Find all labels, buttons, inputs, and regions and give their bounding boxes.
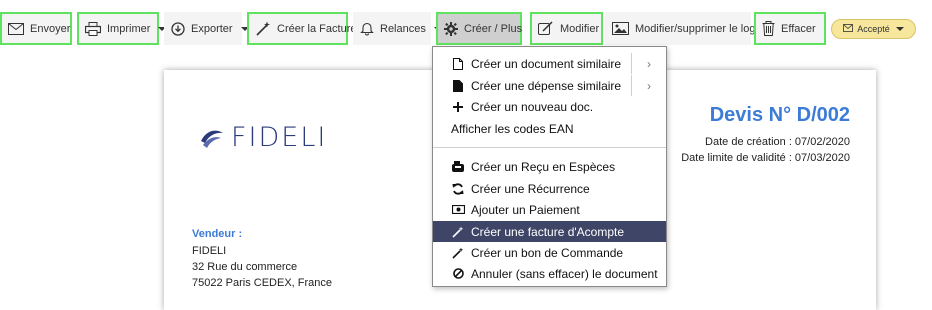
status-dropdown[interactable]: Accepté (831, 19, 916, 39)
seller-name: FIDELI (192, 245, 227, 257)
menu-item-label: Annuler (sans effacer) le document (471, 266, 658, 281)
menu-item-label: Créer un document similaire (471, 56, 622, 71)
menu-item-deposit-invoice[interactable]: Créer une facture d'Acompte (433, 221, 666, 242)
printer-icon (85, 21, 101, 36)
menu-item-similar-expense[interactable]: Créer une dépense similaire › (433, 75, 666, 96)
chevron-right-icon[interactable]: › (631, 53, 666, 74)
menu-item-purchase-order[interactable]: Créer un bon de Commande (433, 242, 666, 263)
menu-item-add-payment[interactable]: Ajouter un Paiement (433, 199, 666, 220)
menu-divider (433, 147, 666, 148)
menu-item-label: Créer une dépense similaire (471, 78, 622, 93)
edit-icon (538, 21, 554, 36)
file-outline-icon (451, 57, 465, 70)
refresh-icon (451, 182, 465, 195)
company-logo: FIDELI (199, 122, 327, 153)
menu-item-new-document[interactable]: Créer un nouveau doc. (433, 96, 666, 117)
print-button[interactable]: Imprimer (77, 12, 167, 45)
send-label: Envoyer (30, 22, 71, 35)
magic-wand-icon (255, 21, 271, 37)
reminders-button[interactable]: Relances (353, 12, 442, 45)
delete-button[interactable]: Effacer (754, 12, 826, 45)
send-button[interactable]: Envoyer (0, 12, 72, 45)
logo-mark-icon (201, 130, 223, 148)
menu-item-label: Afficher les codes EAN (451, 121, 574, 136)
envelope-icon (8, 22, 24, 35)
create-more-button[interactable]: Créer / Plus (436, 12, 539, 45)
menu-item-label: Créer une facture d'Acompte (471, 224, 625, 239)
menu-item-recurrence[interactable]: Créer une Récurrence (433, 178, 666, 199)
edit-label: Modifier (560, 22, 600, 35)
validity-date: Date limite de validité : 07/03/2020 (681, 152, 850, 164)
create-invoice-button[interactable]: Créer la Facture (247, 12, 356, 45)
delete-label: Effacer (781, 22, 816, 35)
chevron-down-icon (895, 27, 904, 31)
create-more-label: Créer / Plus (464, 22, 523, 35)
image-icon (612, 22, 629, 35)
edit-button[interactable]: Modifier (530, 12, 603, 45)
cash-register-icon (451, 161, 465, 172)
print-label: Imprimer (107, 22, 151, 35)
download-circle-icon (171, 21, 185, 36)
menu-item-label: Ajouter un Paiement (471, 202, 580, 217)
menu-item-cash-receipt[interactable]: Créer un Reçu en Espèces (433, 156, 666, 177)
create-more-menu: Créer un document similaire › Créer une … (432, 46, 667, 287)
seller-street: 32 Rue du commerce (192, 261, 298, 273)
seller-city: 75022 Paris CEDEX, France (192, 277, 333, 289)
edit-logo-button[interactable]: Modifier/supprimer le logo (605, 12, 762, 45)
menu-item-label: Créer un bon de Commande (471, 245, 624, 260)
chevron-right-icon[interactable]: › (631, 75, 666, 96)
magic-wand-icon (451, 226, 465, 238)
menu-item-label: Créer une Récurrence (471, 181, 590, 196)
seller-heading: Vendeur : (192, 228, 243, 240)
menu-item-label: Créer un nouveau doc. (471, 99, 594, 114)
export-label: Exporter (191, 22, 233, 35)
export-button[interactable]: Exporter (164, 12, 249, 45)
create-invoice-label: Créer la Facture (277, 22, 357, 35)
envelope-icon (843, 24, 854, 34)
menu-item-label: Créer un Reçu en Espèces (471, 159, 616, 174)
menu-item-ean-codes[interactable]: Afficher les codes EAN (433, 118, 666, 139)
document-title: Devis N° D/002 (709, 104, 850, 126)
money-bill-icon (451, 205, 465, 214)
edit-logo-label: Modifier/supprimer le logo (635, 22, 762, 35)
bell-icon (360, 21, 374, 36)
file-solid-icon (451, 79, 465, 92)
menu-item-similar-document[interactable]: Créer un document similaire › (433, 53, 666, 74)
creation-date: Date de création : 07/02/2020 (705, 136, 850, 148)
ban-icon (451, 268, 465, 279)
menu-item-cancel-document[interactable]: Annuler (sans effacer) le document (433, 263, 666, 284)
plus-icon (451, 101, 465, 112)
gear-icon (444, 21, 458, 36)
trash-icon (762, 21, 775, 36)
reminders-label: Relances (380, 22, 426, 35)
magic-wand-icon (451, 247, 465, 259)
status-label: Accepté (857, 24, 890, 34)
logo-text: FIDELI (231, 122, 328, 153)
